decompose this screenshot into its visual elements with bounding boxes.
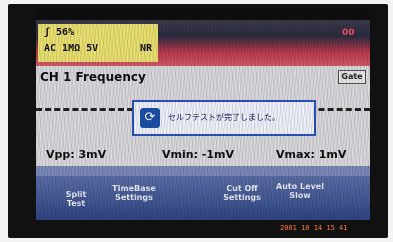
gate-button[interactable]: Gate <box>338 70 366 84</box>
split-test-softkey[interactable]: Split Test <box>56 190 96 208</box>
measurement-title: CH 1 Frequency <box>40 70 146 84</box>
status-indicator: 00 <box>342 28 355 38</box>
vmin-readout: Vmin: -1mV <box>162 148 234 161</box>
vmax-readout: Vmax: 1mV <box>276 148 347 161</box>
softkey-bar: Split Test TimeBase Settings Cut Off Set… <box>36 176 370 220</box>
vpp-readout: Vpp: 3mV <box>46 148 107 161</box>
channel-settings-box[interactable]: ʃ 56% AC 1MΩ 5V NR <box>38 24 158 62</box>
self-test-icon: ⟳ <box>140 108 160 128</box>
channel-scale-label: ʃ 56% <box>44 27 75 38</box>
cutoff-settings-softkey[interactable]: Cut Off Settings <box>212 184 272 202</box>
photo-timestamp: 2001 10 14 15 41 <box>280 224 348 232</box>
self-test-dialog: ⟳ セルフテストが完了しました。 <box>132 100 316 136</box>
softkey-separator <box>36 166 370 176</box>
oscilloscope-screen: ʃ 56% AC 1MΩ 5V NR 00 CH 1 Frequency Gat… <box>36 20 370 220</box>
dialog-message: セルフテストが完了しました。 <box>168 113 280 122</box>
timebase-settings-softkey[interactable]: TimeBase Settings <box>108 184 160 202</box>
channel-coupling-label: AC 1MΩ 5V <box>44 43 99 54</box>
bezel-top <box>36 8 370 20</box>
noise-reduction-badge: NR <box>139 43 152 54</box>
auto-level-softkey[interactable]: Auto Level Slow <box>272 182 328 200</box>
